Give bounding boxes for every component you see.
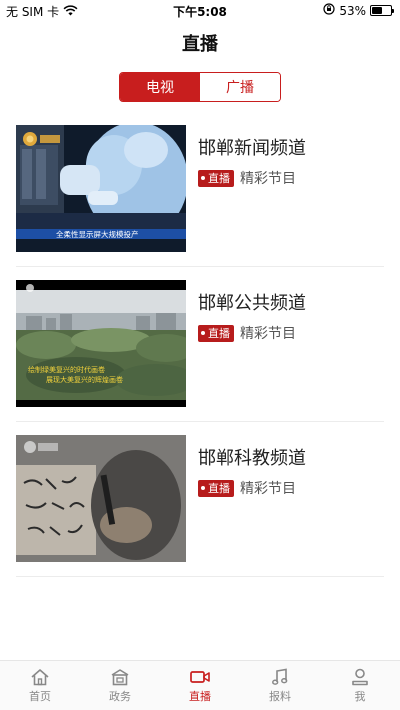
user-icon (352, 668, 368, 685)
tab-report[interactable]: 报料 (240, 661, 320, 710)
page-title: 直播 (182, 34, 218, 55)
program-label: 精彩节目 (240, 171, 296, 187)
live-badge: 直播 (198, 479, 234, 497)
tab-radio[interactable]: 广播 (200, 73, 280, 101)
channel-thumbnail[interactable] (16, 435, 186, 562)
live-dot-icon (201, 176, 205, 180)
status-right: 53% (323, 3, 394, 18)
channel-name[interactable]: 邯郸科教频道 (198, 444, 306, 470)
tv-radio-segmented-control: 电视 广播 (119, 72, 281, 102)
tab-government[interactable]: 政务 (80, 661, 160, 710)
channel-item[interactable]: 绘制绿美复兴的时代画卷 展现大美复兴的辉煌画卷 邯郸公共频道 直播 精彩节目 (16, 267, 384, 422)
thumb-caption-2: 展现大美复兴的辉煌画卷 (46, 375, 123, 384)
live-badge: 直播 (198, 324, 234, 342)
battery-fill (372, 7, 382, 14)
channel-name[interactable]: 邯郸新闻频道 (198, 134, 306, 160)
bottom-tab-bar: 首页 政务 直播 报料 我 (0, 660, 400, 710)
orientation-lock-icon (323, 3, 335, 18)
live-row: 直播 精彩节目 (198, 323, 296, 343)
video-camera-icon (190, 670, 210, 683)
home-icon (31, 668, 49, 685)
tab-label: 我 (354, 689, 366, 703)
live-dot-icon (201, 331, 205, 335)
tab-label: 直播 (189, 689, 211, 703)
live-badge-label: 直播 (208, 172, 230, 185)
tab-live[interactable]: 直播 (160, 661, 240, 710)
battery-icon (370, 5, 394, 16)
tab-label: 政务 (109, 689, 131, 703)
channel-thumbnail[interactable]: 全柔性显示屏大规模投产 (16, 125, 186, 252)
status-bar: 无 SIM 卡 下午5:08 53% (0, 0, 400, 22)
tab-tv[interactable]: 电视 (120, 73, 200, 101)
tab-home[interactable]: 首页 (0, 661, 80, 710)
battery-percent: 53% (339, 3, 366, 18)
live-badge-label: 直播 (208, 482, 230, 495)
program-label: 精彩节目 (240, 326, 296, 342)
live-badge-label: 直播 (208, 327, 230, 340)
tab-label: 报料 (269, 689, 291, 703)
government-icon (111, 668, 129, 685)
channel-item[interactable]: 邯郸科教频道 直播 精彩节目 (16, 422, 384, 577)
live-row: 直播 精彩节目 (198, 168, 296, 188)
music-note-icon (272, 668, 288, 685)
thumb-caption-1: 绘制绿美复兴的时代画卷 (28, 365, 105, 374)
tab-label: 首页 (29, 689, 51, 703)
tab-me[interactable]: 我 (320, 661, 400, 710)
channel-name[interactable]: 邯郸公共频道 (198, 289, 306, 315)
channel-list: 全柔性显示屏大规模投产 邯郸新闻频道 直播 精彩节目 绘制绿美复兴的时代画卷 展… (16, 112, 384, 577)
channel-item[interactable]: 全柔性显示屏大规模投产 邯郸新闻频道 直播 精彩节目 (16, 112, 384, 267)
live-badge: 直播 (198, 169, 234, 187)
thumb-caption: 全柔性显示屏大规模投产 (56, 229, 139, 239)
live-dot-icon (201, 486, 205, 490)
program-label: 精彩节目 (240, 481, 296, 497)
live-row: 直播 精彩节目 (198, 478, 296, 498)
battery-tip (392, 9, 394, 13)
channel-thumbnail[interactable]: 绘制绿美复兴的时代画卷 展现大美复兴的辉煌画卷 (16, 280, 186, 407)
